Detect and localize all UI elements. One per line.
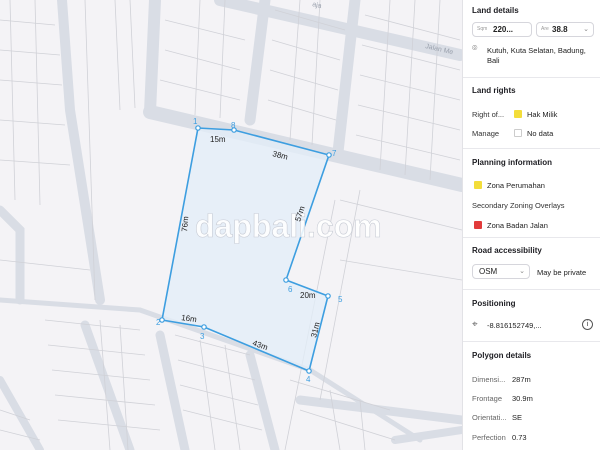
polygon-details-title: Polygon details xyxy=(472,351,532,360)
road-source-value: OSM xyxy=(479,267,498,276)
vertex-label-5: 5 xyxy=(338,295,343,304)
right-of-value: Hak Milik xyxy=(527,110,558,119)
vertex-label-7: 7 xyxy=(332,149,337,158)
road-status: May be private xyxy=(537,268,587,277)
orientation-value: SE xyxy=(512,413,523,422)
manage-label: Manage xyxy=(472,129,500,138)
right-of-label: Right of... xyxy=(472,110,505,119)
divider xyxy=(463,237,600,238)
land-details-panel: Land details Sqm 220... Are 38.8 ⌄ ⌾ Kut… xyxy=(462,0,600,450)
location-text: Kutuh, Kuta Selatan, Badung, Bali xyxy=(487,46,586,65)
secondary-overlays-title: Secondary Zoning Overlays xyxy=(472,201,565,210)
chevron-down-icon: ⌄ xyxy=(519,268,525,275)
area-sqm-value: 220... xyxy=(493,25,514,34)
crosshair-icon[interactable]: ⌖ xyxy=(472,319,478,330)
map-canvas[interactable]: Jalan Me aja dapbali.com 1 8 7 2 3 4 5 6… xyxy=(0,0,462,450)
orientation-label: Orientati... xyxy=(472,413,507,422)
area-are-label: Are xyxy=(541,26,549,32)
vertex-label-8: 8 xyxy=(231,121,236,130)
road-southwest xyxy=(0,376,44,450)
vertex-label-1: 1 xyxy=(193,117,198,126)
road-south-3 xyxy=(245,350,280,450)
area-are-value: 38.8 xyxy=(552,25,568,34)
perfection-label: Perfection xyxy=(472,433,506,442)
area-sqm-label: Sqm xyxy=(477,26,488,32)
road-north-1 xyxy=(144,0,161,118)
edge-label-15m: 15m xyxy=(210,135,226,144)
land-details-title: Land details xyxy=(472,6,519,15)
coordinate-value: -8.816152749,... xyxy=(487,321,542,330)
street-label-top: aja xyxy=(312,1,323,10)
info-icon[interactable]: i xyxy=(582,319,593,330)
planning-title: Planning information xyxy=(472,158,552,167)
map-view[interactable]: Jalan Me aja dapbali.com 1 8 7 2 3 4 5 6… xyxy=(0,0,462,450)
road-north-2 xyxy=(244,0,271,126)
zona-badan-jalan-swatch xyxy=(474,221,482,229)
edge-label-76m: 76m xyxy=(180,216,190,233)
manage-value: No data xyxy=(527,129,554,138)
positioning-title: Positioning xyxy=(472,299,516,308)
vertex-label-2: 2 xyxy=(156,318,161,327)
overlay-value: Zona Badan Jalan xyxy=(487,221,548,230)
hak-milik-swatch xyxy=(514,110,522,118)
road-accessibility-title: Road accessibility xyxy=(472,246,542,255)
frontage-label: Frontage xyxy=(472,394,503,403)
zona-perumahan-swatch xyxy=(474,181,482,189)
parcel-polygon[interactable] xyxy=(161,127,331,373)
road-south-2 xyxy=(155,330,190,450)
vertex-label-4: 4 xyxy=(306,375,311,384)
no-data-swatch xyxy=(514,129,522,137)
road-west-2 xyxy=(0,205,25,305)
area-are-field[interactable]: Are 38.8 ⌄ xyxy=(536,22,594,37)
chevron-down-icon: ⌄ xyxy=(583,26,589,33)
map-pin-icon: ⌾ xyxy=(472,43,478,53)
edge-label-20m: 20m xyxy=(300,291,316,300)
divider xyxy=(463,77,600,78)
road-source-select[interactable]: OSM ⌄ xyxy=(472,264,530,279)
watermark-text: dapbali.com xyxy=(195,208,382,244)
dimension-label: Dimensi... xyxy=(472,375,506,384)
perfection-value: 0.73 xyxy=(512,433,527,442)
divider xyxy=(463,341,600,342)
dimension-value: 287m xyxy=(512,375,531,384)
divider xyxy=(463,289,600,290)
divider xyxy=(463,148,600,149)
vertex-label-3: 3 xyxy=(200,332,205,341)
zone-value: Zona Perumahan xyxy=(487,181,545,190)
road-west xyxy=(57,0,105,305)
area-sqm-field[interactable]: Sqm 220... xyxy=(472,22,532,37)
vertex-label-6: 6 xyxy=(288,285,293,294)
land-rights-title: Land rights xyxy=(472,86,516,95)
frontage-value: 30.9m xyxy=(512,394,533,403)
road-south-1 xyxy=(80,320,135,450)
